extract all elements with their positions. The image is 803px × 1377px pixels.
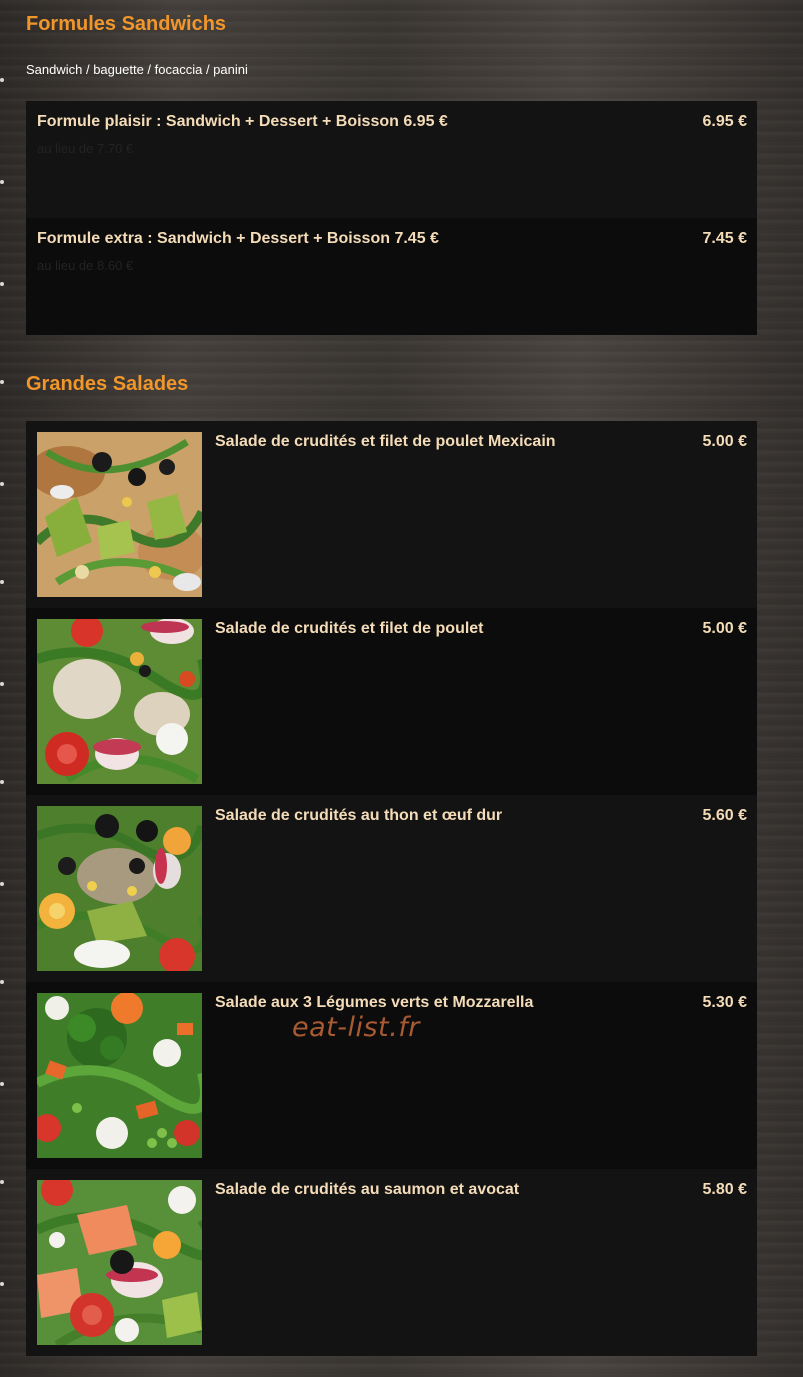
item-price: 7.45 € <box>702 230 747 247</box>
item-price: 5.60 € <box>702 807 747 824</box>
edge-dot <box>0 282 4 286</box>
edge-dot <box>0 482 4 486</box>
section-title-formules: Formules Sandwichs <box>26 13 227 35</box>
edge-dot <box>0 580 4 584</box>
menu-item-salade-poulet[interactable]: Salade de crudités et filet de poulet 5.… <box>26 608 757 795</box>
edge-dot <box>0 882 4 886</box>
page-edge-marks <box>0 0 6 1377</box>
menu-item-formule-plaisir[interactable]: Formule plaisir : Sandwich + Dessert + B… <box>26 101 757 218</box>
salad-photo <box>37 993 202 1158</box>
salad-photo <box>37 1180 202 1345</box>
item-price: 5.80 € <box>702 1181 747 1198</box>
edge-dot <box>0 380 4 384</box>
menu-item-salade-thon-oeuf[interactable]: Salade de crudités au thon et œuf dur 5.… <box>26 795 757 982</box>
salad-photo <box>37 619 202 784</box>
menu-item-salade-saumon-avocat[interactable]: Salade de crudités au saumon et avocat 5… <box>26 1169 757 1356</box>
menu-item-salade-poulet-mexicain[interactable]: Salade de crudités et filet de poulet Me… <box>26 421 757 608</box>
item-price: 5.00 € <box>702 433 747 450</box>
edge-dot <box>0 180 4 184</box>
menu-item-formule-extra[interactable]: Formule extra : Sandwich + Dessert + Boi… <box>26 218 757 335</box>
edge-dot <box>0 1082 4 1086</box>
edge-dot <box>0 1180 4 1184</box>
item-name: Formule plaisir : Sandwich + Dessert + B… <box>37 113 448 130</box>
item-name: Formule extra : Sandwich + Dessert + Boi… <box>37 230 439 247</box>
section-title-salades: Grandes Salades <box>26 373 189 395</box>
salades-list: Salade de crudités et filet de poulet Me… <box>26 421 757 1356</box>
item-name: Salade de crudités et filet de poulet <box>215 620 484 637</box>
edge-dot <box>0 682 4 686</box>
edge-dot <box>0 1282 4 1286</box>
section-subtitle-formules: Sandwich / baguette / focaccia / panini <box>26 62 248 77</box>
edge-dot <box>0 780 4 784</box>
item-note: au lieu de 7.70 € <box>37 141 134 156</box>
watermark: eat-list.fr <box>292 1012 420 1043</box>
item-price: 5.30 € <box>702 994 747 1011</box>
edge-dot <box>0 980 4 984</box>
menu-item-salade-legumes-mozzarella[interactable]: Salade aux 3 Légumes verts et Mozzarella… <box>26 982 757 1169</box>
formules-list: Formule plaisir : Sandwich + Dessert + B… <box>26 101 757 335</box>
salad-photo <box>37 432 202 597</box>
item-name: Salade de crudités et filet de poulet Me… <box>215 433 556 450</box>
item-price: 6.95 € <box>702 113 747 130</box>
item-note: au lieu de 8.60 € <box>37 258 134 273</box>
item-name: Salade aux 3 Légumes verts et Mozzarella <box>215 994 534 1011</box>
item-price: 5.00 € <box>702 620 747 637</box>
edge-dot <box>0 78 4 82</box>
salad-photo <box>37 806 202 971</box>
item-name: Salade de crudités au saumon et avocat <box>215 1181 520 1198</box>
item-name: Salade de crudités au thon et œuf dur <box>215 807 503 824</box>
